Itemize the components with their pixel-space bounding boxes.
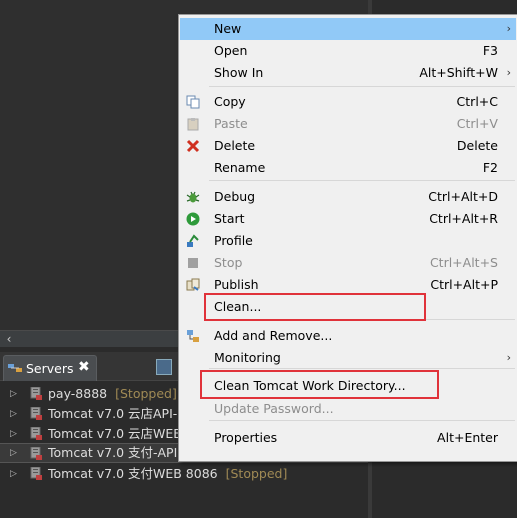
view-menu-icon[interactable] — [156, 359, 172, 375]
profile-icon — [187, 234, 199, 247]
clean-tomcat-highlight-box — [200, 370, 439, 399]
menu-item-shortcut: F2 — [482, 160, 498, 175]
menu-item-label: Profile — [214, 233, 253, 248]
menu-separator — [209, 180, 515, 181]
chevron-right-icon: › — [506, 351, 511, 364]
server-name: Tomcat v7.0 云店API-8 — [48, 406, 186, 421]
menu-item-copy[interactable]: Copy Ctrl+C — [180, 91, 516, 113]
delete-icon — [186, 139, 200, 153]
debug-icon — [186, 191, 200, 203]
menu-item-shortcut: Alt+Shift+W — [419, 65, 498, 80]
menu-separator — [209, 420, 515, 421]
servers-tab-label: Servers — [26, 361, 74, 376]
menu-separator — [209, 86, 515, 87]
menu-separator — [209, 368, 515, 369]
menu-item-monitoring[interactable]: Monitoring › — [180, 347, 516, 369]
scroll-left-icon[interactable]: ‹ — [2, 331, 16, 347]
menu-item-label: Copy — [214, 94, 246, 109]
server-name: Tomcat v7.0 云店WEB- — [48, 426, 187, 441]
menu-item-add-and-remove[interactable]: Add and Remove... — [180, 325, 516, 347]
start-icon — [186, 212, 200, 226]
menu-item-update-password[interactable]: Update Password... — [180, 398, 516, 420]
server-icon — [30, 467, 42, 480]
expand-arrow-icon[interactable]: ▷ — [10, 404, 17, 424]
menu-item-label: Debug — [214, 189, 256, 204]
menu-item-label: Delete — [214, 138, 256, 153]
menu-item-open[interactable]: Open F3 — [180, 40, 516, 62]
add-remove-icon — [187, 330, 199, 342]
menu-item-label: Rename — [214, 160, 266, 175]
server-name: Tomcat v7.0 支付WEB 8086 [Stopped] — [48, 466, 288, 481]
menu-item-label: Update Password... — [214, 401, 334, 416]
menu-item-delete[interactable]: Delete Delete — [180, 135, 516, 157]
menu-item-shortcut: Ctrl+V — [456, 116, 498, 131]
menu-item-profile[interactable]: Profile — [180, 230, 516, 252]
expand-arrow-icon[interactable]: ▷ — [10, 384, 17, 404]
menu-item-label: Stop — [214, 255, 243, 270]
copy-icon — [186, 95, 200, 109]
menu-item-shortcut: Ctrl+C — [456, 94, 498, 109]
expand-arrow-icon[interactable]: ▷ — [10, 464, 17, 484]
menu-item-new[interactable]: New › — [180, 18, 516, 40]
server-status: [Stopped] — [115, 386, 177, 401]
menu-item-shortcut: F3 — [482, 43, 498, 58]
close-icon[interactable]: ✖ — [78, 359, 90, 375]
menu-item-label: Properties — [214, 430, 278, 445]
paste-icon — [187, 118, 199, 131]
server-icon — [30, 387, 42, 400]
menu-item-debug[interactable]: Debug Ctrl+Alt+D — [180, 186, 516, 208]
menu-item-label: Paste — [214, 116, 248, 131]
server-icon — [30, 427, 42, 440]
menu-item-stop[interactable]: Stop Ctrl+Alt+S — [180, 252, 516, 274]
menu-item-label: Open — [214, 43, 248, 58]
menu-item-label: Add and Remove... — [214, 328, 333, 343]
menu-item-show-in[interactable]: Show In Alt+Shift+W › — [180, 62, 516, 84]
menu-item-shortcut: Alt+Enter — [437, 430, 498, 445]
menu-item-start[interactable]: Start Ctrl+Alt+R — [180, 208, 516, 230]
stop-icon — [188, 258, 198, 268]
menu-item-label: Monitoring — [214, 350, 281, 365]
menu-item-paste[interactable]: Paste Ctrl+V — [180, 113, 516, 135]
server-name: pay-8888 [Stopped] — [48, 386, 177, 401]
server-status: [Stopped] — [225, 466, 288, 481]
server-row[interactable]: ▷ Tomcat v7.0 支付WEB 8086 [Stopped] — [0, 464, 368, 484]
expand-arrow-icon[interactable]: ▷ — [10, 424, 17, 444]
tab-servers[interactable]: Servers ✖ — [3, 355, 97, 381]
server-icon — [30, 407, 42, 420]
menu-item-label: New — [214, 21, 242, 36]
menu-item-shortcut: Ctrl+Alt+P — [430, 277, 498, 292]
menu-item-shortcut: Delete — [456, 138, 498, 153]
menu-item-shortcut: Ctrl+Alt+S — [429, 255, 498, 270]
menu-item-rename[interactable]: Rename F2 — [180, 157, 516, 179]
menu-item-shortcut: Ctrl+Alt+D — [428, 189, 498, 204]
server-icon — [30, 447, 42, 460]
chevron-right-icon: › — [506, 66, 511, 79]
servers-icon — [8, 364, 22, 372]
menu-item-properties[interactable]: Properties Alt+Enter — [180, 427, 516, 449]
expand-arrow-icon[interactable]: ▷ — [10, 444, 17, 462]
chevron-right-icon: › — [506, 22, 511, 35]
clean-highlight-box — [204, 293, 426, 321]
menu-item-shortcut: Ctrl+Alt+R — [429, 211, 498, 226]
menu-item-label: Show In — [214, 65, 264, 80]
publish-icon — [186, 278, 200, 291]
menu-item-label: Start — [214, 211, 245, 226]
